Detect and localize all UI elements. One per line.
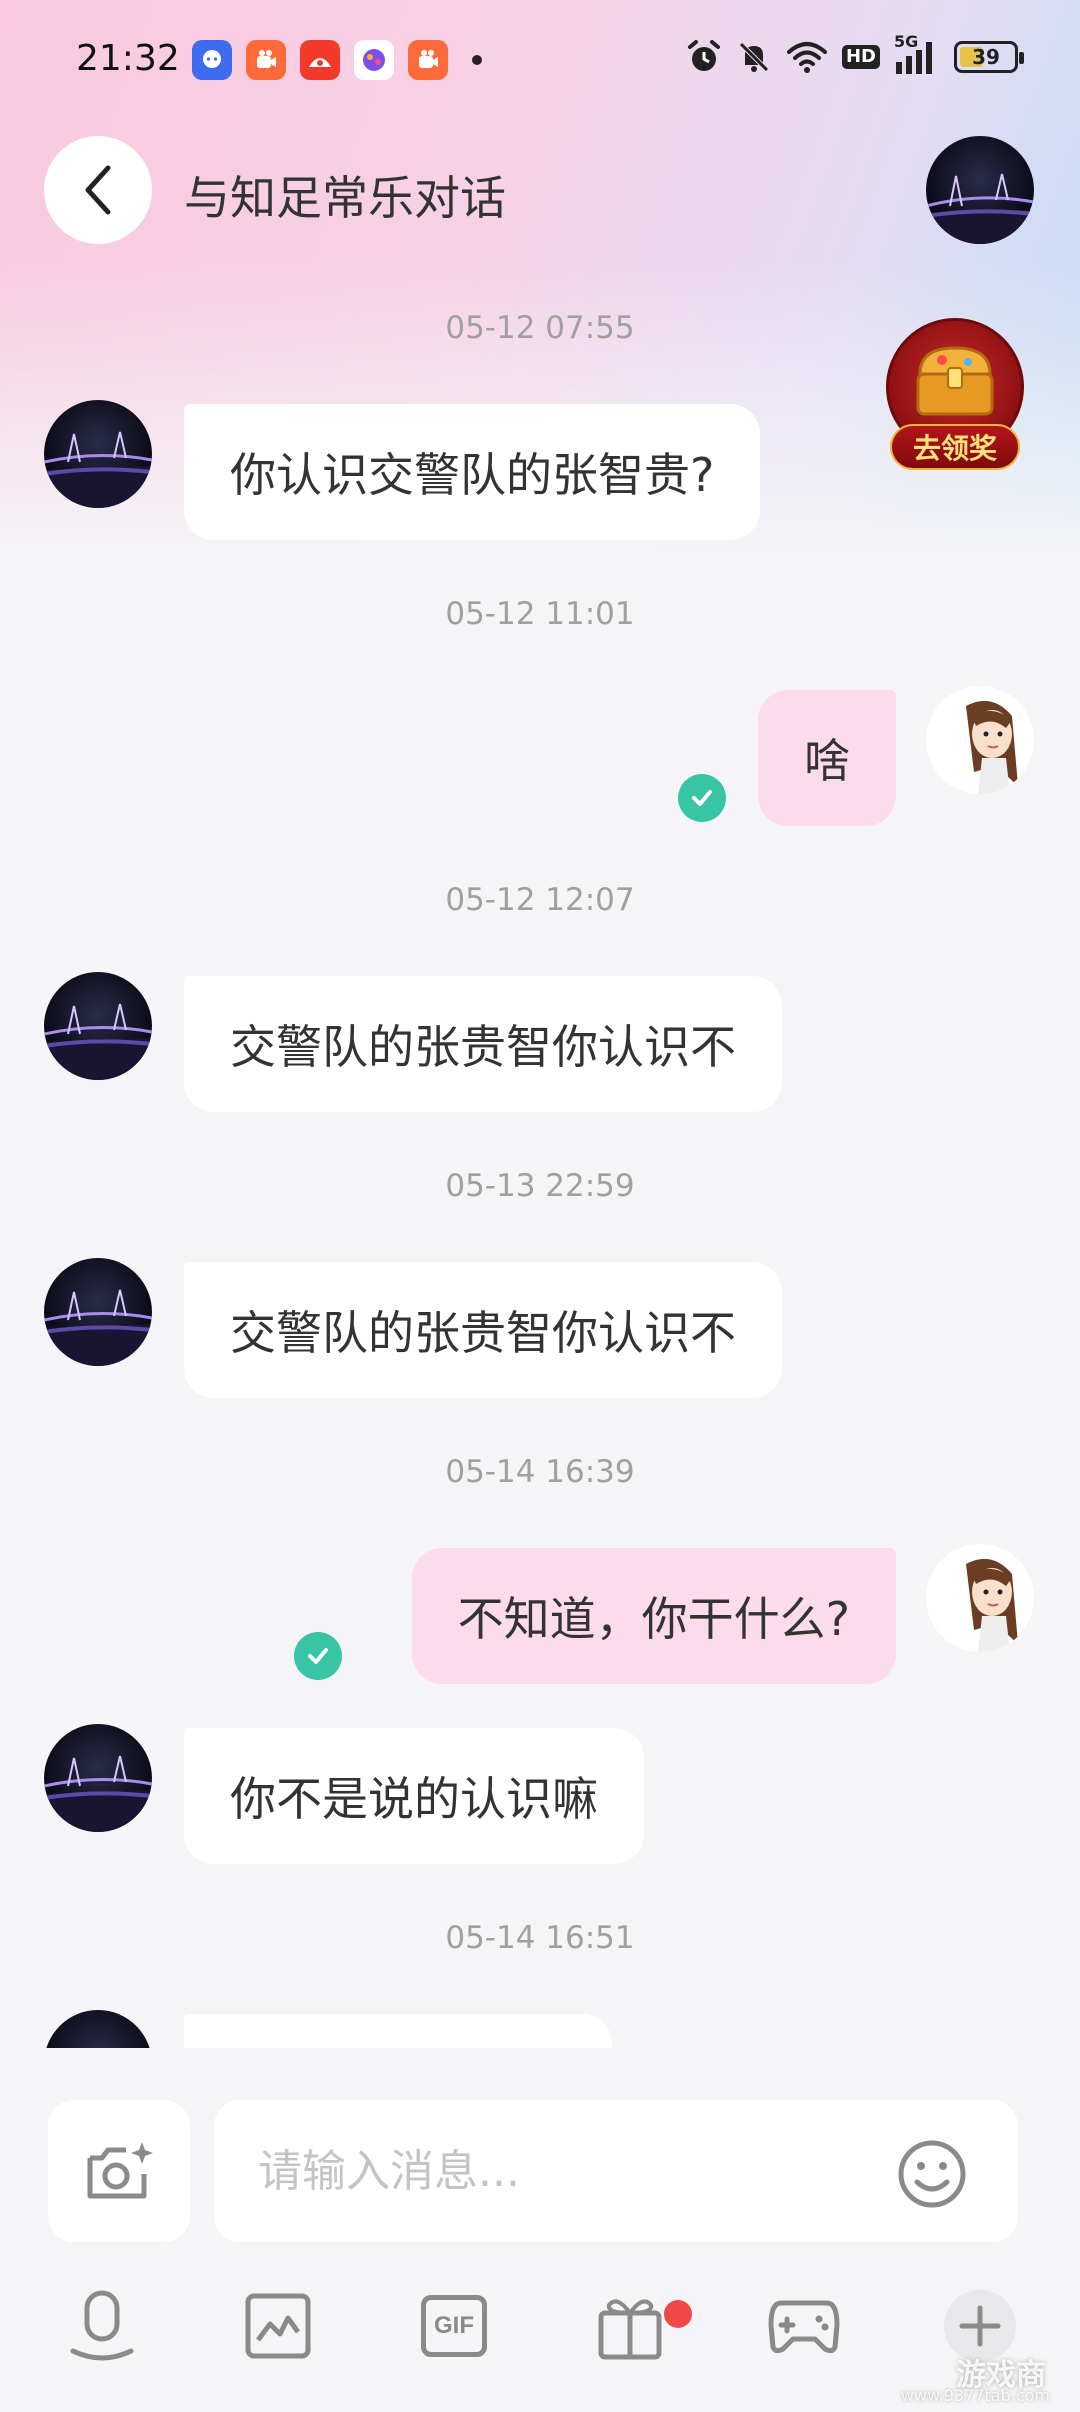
message-timestamp: 05-14 16:39 xyxy=(445,1454,635,1490)
contact-avatar[interactable] xyxy=(926,136,1034,244)
message-bubble-received[interactable]: 交警队的张贵智你认识不 xyxy=(184,1262,782,1398)
message-bubble-received[interactable] xyxy=(184,2014,612,2048)
message-timestamp: 05-12 12:07 xyxy=(445,882,635,918)
sender-avatar[interactable] xyxy=(44,1724,152,1832)
bottom-toolbar: GIF xyxy=(0,2286,1080,2396)
camera-button[interactable] xyxy=(48,2100,190,2242)
message-bubble-received[interactable]: 你不是说的认识嘛 xyxy=(184,1728,644,1864)
chat-app-notification-icon xyxy=(192,40,232,80)
my-avatar[interactable] xyxy=(926,1544,1034,1652)
watermark-url: www.9377tab.com xyxy=(900,2386,1050,2405)
microphone-icon xyxy=(70,2290,134,2361)
sender-avatar[interactable] xyxy=(44,2010,152,2048)
message-bubble-sent[interactable]: 啥 xyxy=(758,690,896,826)
voice-button[interactable] xyxy=(62,2286,142,2366)
read-check-icon xyxy=(294,1632,342,1680)
sender-avatar[interactable] xyxy=(44,1258,152,1366)
notification-dot xyxy=(664,2300,692,2328)
chevron-left-icon xyxy=(85,165,111,215)
message-timestamp: 05-14 16:51 xyxy=(445,1920,635,1956)
gif-icon: GIF xyxy=(421,2295,487,2357)
browser-app-notification-icon xyxy=(354,40,394,80)
game-button[interactable] xyxy=(764,2286,844,2366)
back-button[interactable] xyxy=(44,136,152,244)
message-timestamp: 05-13 22:59 xyxy=(445,1168,635,1204)
page-title: 与知足常乐对话 xyxy=(184,171,506,225)
alarm-icon xyxy=(687,40,720,71)
hd-badge: HD xyxy=(841,45,880,69)
wifi-icon xyxy=(786,42,827,73)
mute-bell-icon xyxy=(739,42,769,72)
shopping-app-notification-icon xyxy=(300,40,340,80)
battery-indicator: 39 xyxy=(954,41,1024,73)
gift-button[interactable] xyxy=(590,2286,670,2366)
message-timestamp: 05-12 07:55 xyxy=(445,310,635,346)
sender-avatar[interactable] xyxy=(44,400,152,508)
gift-icon xyxy=(598,2299,662,2360)
image-button[interactable] xyxy=(238,2286,318,2366)
message-timestamp: 05-12 11:01 xyxy=(445,596,635,632)
sender-avatar[interactable] xyxy=(44,972,152,1080)
system-icons: HD 5G 39 xyxy=(686,32,1024,76)
image-icon xyxy=(245,2293,311,2359)
video-app-2-notification-icon xyxy=(408,40,448,80)
emoji-button[interactable] xyxy=(896,2138,968,2210)
message-bubble-received[interactable]: 交警队的张贵智你认识不 xyxy=(184,976,782,1112)
status-bar: 21:32 HD 5G 39 xyxy=(0,0,1080,124)
smiley-icon xyxy=(898,2140,966,2208)
gif-button[interactable]: GIF xyxy=(414,2286,494,2366)
gamepad-icon xyxy=(768,2300,840,2354)
message-bubble-sent[interactable]: 不知道，你干什么? xyxy=(411,1548,896,1684)
cellular-signal-icon: 5G xyxy=(894,32,940,76)
message-bubble-received[interactable]: 你认识交警队的张智贵? xyxy=(184,404,761,540)
more-notifications-dot xyxy=(472,55,482,65)
read-check-icon xyxy=(678,774,726,822)
video-app-notification-icon xyxy=(246,40,286,80)
chat-message-list[interactable]: 05-12 07:55 你认识交警队的张智贵? 05-12 11:01 啥 05… xyxy=(0,290,1080,2048)
camera-sparkle-icon xyxy=(87,2142,153,2199)
status-time: 21:32 xyxy=(76,38,180,79)
notification-icons xyxy=(192,40,482,80)
my-avatar[interactable] xyxy=(926,686,1034,794)
